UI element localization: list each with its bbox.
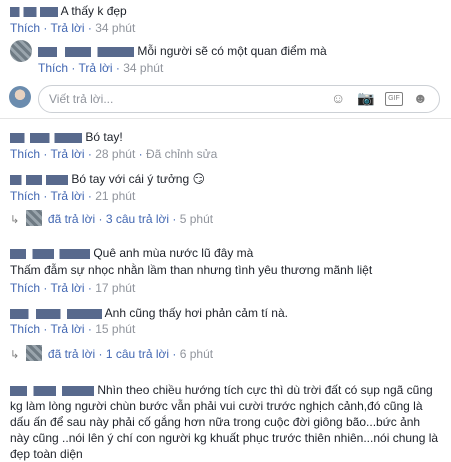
- author-name[interactable]: [10, 308, 102, 319]
- reply-link[interactable]: Trả lời: [50, 189, 84, 203]
- comment-actions: Thích · Trả lời · 28 phút · Đã chỉnh sửa: [10, 147, 218, 161]
- comment-text: Quê anh mùa nước lũ đây mà: [93, 246, 254, 260]
- timestamp: 21 phút: [95, 189, 136, 203]
- reply-input-box[interactable]: Viết trả lời... ☺ 📷 GIF ☻: [38, 85, 440, 113]
- comment-text: Anh cũng thấy hơi phản cảm tí nà.: [104, 306, 288, 320]
- like-link[interactable]: Thích: [10, 147, 40, 161]
- comment-text: Bó tay!: [85, 130, 123, 144]
- comment-text-line: đẹp toàn diện: [10, 447, 83, 461]
- timestamp: 15 phút: [95, 322, 136, 336]
- comment-text-line: này cũng ..nói lên ý chí con người kg kh…: [10, 431, 439, 445]
- reply-link[interactable]: Trả lời: [50, 322, 84, 336]
- reply-link[interactable]: Trả lời: [50, 281, 84, 295]
- author-name[interactable]: [10, 385, 94, 396]
- my-avatar: [9, 86, 31, 108]
- timestamp: 28 phút: [95, 147, 136, 161]
- reply-count[interactable]: 3 câu trả lời: [106, 212, 169, 226]
- author-name[interactable]: [10, 6, 58, 17]
- sticker-icon[interactable]: ☻: [413, 90, 428, 106]
- author-name[interactable]: [10, 132, 82, 143]
- comment-actions: Thích · Trả lời · 17 phút: [10, 281, 136, 295]
- timestamp: 6 phút: [179, 347, 214, 361]
- like-link[interactable]: Thích: [10, 21, 40, 35]
- comment-text-line: kg làm lòng người chùn bước vẫn phải vui…: [10, 399, 423, 413]
- emoji-icon[interactable]: ☺: [331, 90, 345, 106]
- avatar[interactable]: [10, 40, 32, 62]
- comment-text-line: dấu ấn để sau này phải cố gắng hơn nữa t…: [10, 415, 421, 429]
- replied-label[interactable]: đã trả lời: [48, 347, 95, 361]
- comment-4: Bó tay với cái ý tưởng 😏: [10, 171, 205, 187]
- reply-thread-1[interactable]: ↳ đã trả lời · 3 câu trả lời · 5 phút: [10, 210, 214, 226]
- like-link[interactable]: Thích: [10, 189, 40, 203]
- comment-text: A thấy k đẹp: [60, 4, 127, 18]
- reply-thread-2[interactable]: ↳ đã trả lời · 1 câu trả lời · 6 phút: [10, 345, 214, 361]
- comment-text: Mỗi người sẽ có một quan điểm mà: [137, 44, 327, 58]
- comment-7: Nhìn theo chiều hướng tích cực thì dù tr…: [10, 382, 446, 462]
- like-link[interactable]: Thích: [10, 322, 40, 336]
- comment-text: Nhìn theo chiều hướng tích cực thì dù tr…: [97, 383, 433, 397]
- comment-text-line: Nhìn theo chiều hướng tích cực thì dù tr…: [10, 382, 446, 398]
- comment-actions: Thích · Trả lời · 21 phút: [10, 189, 136, 203]
- avatar: [26, 345, 42, 361]
- timestamp: 34 phút: [95, 21, 136, 35]
- like-link[interactable]: Thích: [38, 61, 68, 75]
- author-name[interactable]: [10, 248, 90, 259]
- author-name[interactable]: [10, 174, 68, 185]
- avatar: [26, 210, 42, 226]
- reply-link[interactable]: Trả lời: [50, 21, 84, 35]
- smirk-emoji-icon: 😏: [192, 172, 206, 186]
- comment-2: Mỗi người sẽ có một quan điểm mà: [38, 43, 327, 59]
- comment-text: Bó tay với cái ý tưởng: [71, 172, 190, 186]
- reply-link[interactable]: Trả lời: [78, 61, 112, 75]
- comment-3: Bó tay!: [10, 129, 123, 145]
- comment-actions: Thích · Trả lời · 34 phút: [10, 21, 136, 35]
- comment-text-line2: Thấm đẫm sự nhọc nhằn lầm than nhưng tìn…: [10, 263, 373, 277]
- divider: [0, 118, 451, 119]
- edited-label: Đã chỉnh sửa: [145, 147, 218, 161]
- reply-input[interactable]: Viết trả lời...: [49, 92, 113, 106]
- comment-6: Anh cũng thấy hơi phản cảm tí nà.: [10, 305, 288, 321]
- reply-arrow-icon: ↳: [10, 214, 20, 226]
- comment-1: A thấy k đẹp: [10, 3, 127, 19]
- replied-label[interactable]: đã trả lời: [48, 212, 95, 226]
- gif-icon[interactable]: GIF: [385, 92, 403, 106]
- author-name[interactable]: [38, 46, 134, 57]
- timestamp: 17 phút: [95, 281, 136, 295]
- timestamp: 34 phút: [123, 61, 164, 75]
- reply-arrow-icon: ↳: [10, 349, 20, 361]
- timestamp: 5 phút: [179, 212, 214, 226]
- comment-5: Quê anh mùa nước lũ đây mà: [10, 245, 253, 261]
- comment-actions: Thích · Trả lời · 15 phút: [10, 322, 136, 336]
- comment-actions: Thích · Trả lời · 34 phút: [38, 61, 164, 75]
- reply-link[interactable]: Trả lời: [50, 147, 84, 161]
- camera-icon[interactable]: 📷: [357, 90, 374, 107]
- like-link[interactable]: Thích: [10, 281, 40, 295]
- reply-count[interactable]: 1 câu trả lời: [106, 347, 169, 361]
